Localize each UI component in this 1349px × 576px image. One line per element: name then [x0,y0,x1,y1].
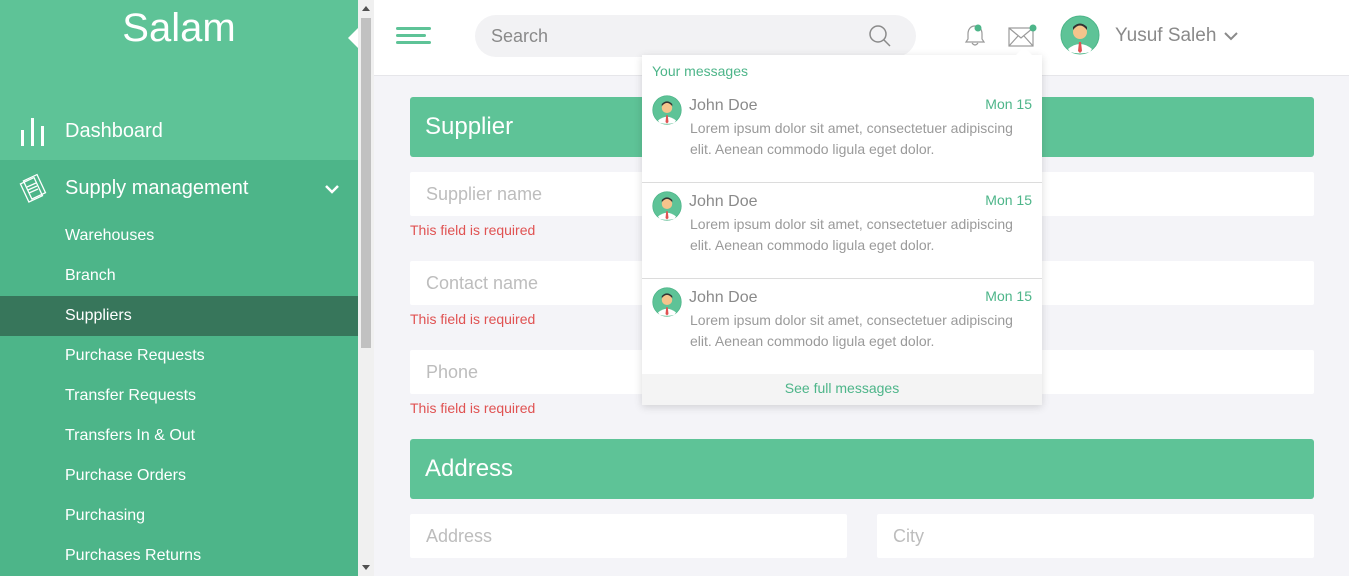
message-item[interactable]: John Doe Mon 15 Lorem ipsum dolor sit am… [642,183,1042,279]
sidebar-item-purchases-returns[interactable]: Purchases Returns [0,536,358,576]
supply-management-group: Supply management Warehouses Branch Suppli… [0,160,358,576]
address-input[interactable] [410,514,847,558]
sidebar-item-supply-management[interactable]: Supply management [0,160,358,216]
sidebar-collapse-notch [348,28,358,48]
address-field [410,514,847,558]
scroll-up-arrow-icon[interactable] [362,6,370,11]
avatar[interactable] [1060,15,1100,60]
sidebar-item-suppliers[interactable]: Suppliers [0,296,358,336]
search-icon[interactable] [868,24,892,53]
chevron-down-icon[interactable] [324,178,340,201]
message-item[interactable]: John Doe Mon 15 Lorem ipsum dolor sit am… [642,87,1042,183]
avatar [652,287,682,322]
bar-chart-icon [0,116,65,146]
error-message: This field is required [410,311,536,327]
error-message: This field is required [410,400,536,416]
sidebar-item-purchase-requests[interactable]: Purchase Requests [0,336,358,376]
message-body: Lorem ipsum dolor sit amet, consectetuer… [690,216,1013,253]
city-field [877,514,1314,558]
bell-icon[interactable] [964,22,986,53]
user-name[interactable]: Yusuf Saleh [1115,25,1216,47]
sidebar-item-label: Supply management [65,176,249,199]
search-input[interactable] [491,23,861,49]
message-date: Mon 15 [985,96,1032,112]
message-sender: John Doe [689,193,758,210]
brand-logo[interactable]: Salam [0,6,358,51]
scrollbar-thumb[interactable] [361,18,371,348]
hamburger-menu-icon[interactable] [396,27,431,45]
avatar [652,191,682,226]
city-input[interactable] [877,514,1314,558]
message-item[interactable]: John Doe Mon 15 Lorem ipsum dolor sit am… [642,279,1042,375]
messages-title: Your messages [652,63,748,79]
section-title: Supplier [425,113,514,140]
message-sender: John Doe [689,97,758,114]
sidebar-scrollbar[interactable] [358,0,374,576]
sidebar-item-dashboard[interactable]: Dashboard [0,108,358,154]
sidebar-item-transfers-in-out[interactable]: Transfers In & Out [0,416,358,456]
message-sender: John Doe [689,289,758,306]
sidebar-item-label: Dashboard [65,119,163,142]
search-bar [475,15,916,57]
error-message: This field is required [410,222,536,238]
documents-icon [0,173,65,203]
scroll-down-arrow-icon[interactable] [362,565,370,570]
message-date: Mon 15 [985,288,1032,304]
sidebar: Salam Dashboard Supply management Wareho… [0,0,358,576]
sidebar-item-branch[interactable]: Branch [0,256,358,296]
supply-submenu: Warehouses Branch Suppliers Purchase Reques… [0,216,358,576]
dropdown-caret [1016,47,1032,55]
message-body: Lorem ipsum dolor sit amet, consectetuer… [690,312,1013,349]
messages-dropdown: Your messages John Doe Mon 15 Lorem ipsu… [642,47,1042,405]
see-full-messages-link[interactable]: See full messages [642,374,1042,405]
message-date: Mon 15 [985,192,1032,208]
sidebar-item-purchasing[interactable]: Purchasing [0,496,358,536]
address-section-header: Address [410,439,1314,499]
message-body: Lorem ipsum dolor sit amet, consectetuer… [690,120,1013,157]
sidebar-item-transfer-requests[interactable]: Transfer Requests [0,376,358,416]
chevron-down-icon[interactable] [1223,29,1239,47]
sidebar-item-purchase-orders[interactable]: Purchase Orders [0,456,358,496]
section-title: Address [425,455,514,482]
sidebar-item-warehouses[interactable]: Warehouses [0,216,358,256]
avatar [652,95,682,130]
